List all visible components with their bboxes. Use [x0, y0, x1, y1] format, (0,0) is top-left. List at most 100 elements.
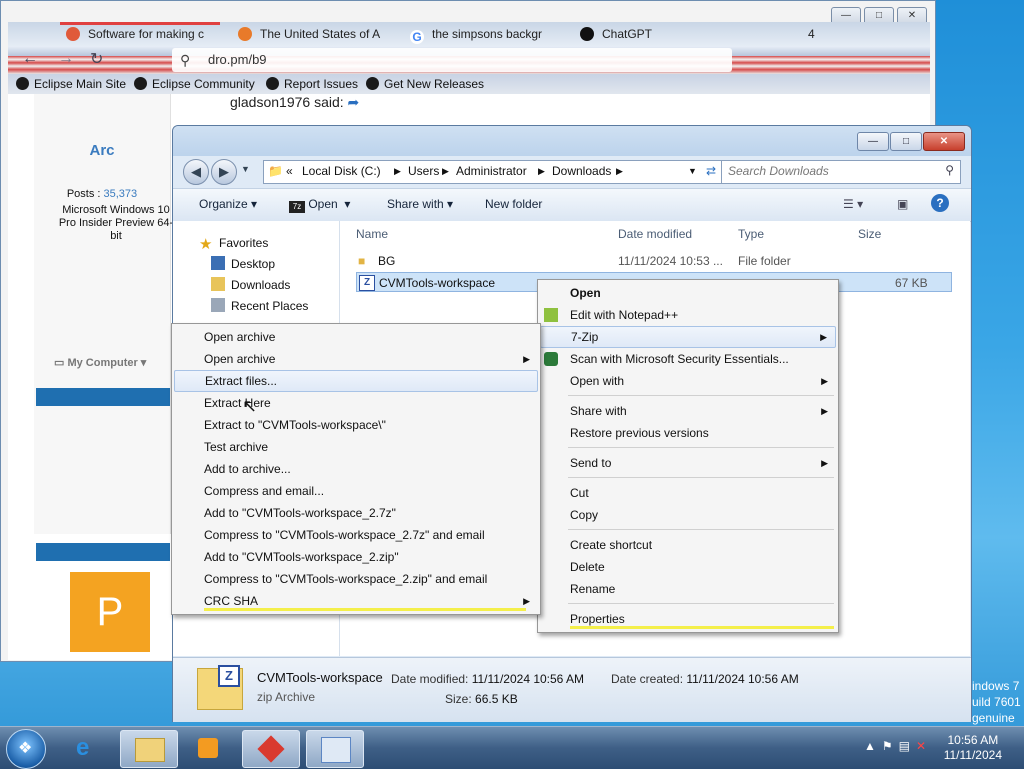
refresh-icon[interactable]: ⇄ — [706, 164, 716, 178]
explorer-window-controls: — □ ✕ — [856, 132, 965, 151]
zip-open-archive[interactable]: Open archive — [174, 326, 538, 348]
nav-favorites[interactable]: ★ Favorites — [199, 235, 268, 253]
taskbar-media-player[interactable] — [180, 730, 236, 766]
organize-button[interactable]: Organize ▾ — [199, 197, 257, 211]
nav-recent-places[interactable]: Recent Places — [211, 298, 308, 313]
nav-desktop[interactable]: Desktop — [211, 256, 275, 271]
view-options-icon[interactable]: ☰ ▾ — [843, 197, 863, 211]
bookmark-eclipse-community[interactable]: Eclipse Community — [134, 76, 255, 92]
bookmark-report-issues[interactable]: Report Issues — [266, 76, 358, 92]
column-date-modified[interactable]: Date modified — [618, 227, 692, 241]
menu-rename[interactable]: Rename — [540, 578, 836, 600]
tab-united-states[interactable]: The United States of A — [238, 24, 382, 44]
url-bar[interactable]: ⚲ dro.pm/b9 — [172, 48, 732, 72]
tab-software[interactable]: Software for making c — [66, 24, 206, 44]
submenu-arrow-icon: ▶ — [523, 354, 530, 364]
menu-send-to[interactable]: Send to ▶ — [540, 452, 836, 474]
close-button[interactable]: ✕ — [923, 132, 965, 151]
menu-share-with[interactable]: Share with ▶ — [540, 400, 836, 422]
zip-extract-files[interactable]: Extract files... — [174, 370, 538, 392]
bookmark-eclipse-main[interactable]: Eclipse Main Site — [16, 76, 126, 92]
zip-compress-email[interactable]: Compress and email... — [174, 480, 538, 502]
zip-compress-zip-email[interactable]: Compress to "CVMTools-workspace_2.zip" a… — [174, 568, 538, 590]
recent-pages-chevron-icon[interactable]: ▼ — [241, 164, 250, 174]
menu-separator — [568, 447, 834, 448]
menu-scan-mse[interactable]: Scan with Microsoft Security Essentials.… — [540, 348, 836, 370]
menu-separator — [568, 477, 834, 478]
menu-open[interactable]: Open — [540, 282, 836, 304]
taskbar-clock[interactable]: 10:56 AM 11/11/2024 — [944, 733, 1002, 763]
details-pane: Z CVMTools-workspace zip Archive Date mo… — [173, 657, 971, 722]
preview-pane-icon[interactable]: ▣ — [897, 197, 908, 211]
mouse-cursor-icon: ↖ — [242, 396, 258, 416]
address-dropdown-icon[interactable]: ▼ — [688, 166, 697, 176]
menu-copy[interactable]: Copy — [540, 504, 836, 526]
breadcrumb-separator-icon[interactable]: ▶ — [538, 166, 545, 177]
zip-open-archive-sub[interactable]: Open archive ▶ — [174, 348, 538, 370]
tab-count[interactable]: 4 — [808, 24, 828, 44]
breadcrumb-separator-icon[interactable]: ▶ — [616, 166, 623, 177]
menu-cut[interactable]: Cut — [540, 482, 836, 504]
forward-button[interactable]: ▶ — [211, 159, 237, 185]
new-folder-button[interactable]: New folder — [485, 197, 542, 211]
nav-downloads[interactable]: Downloads — [211, 277, 290, 292]
share-with-button[interactable]: Share with ▾ — [387, 197, 453, 211]
open-button[interactable]: 7z Open ▾ — [289, 197, 350, 213]
zip-test-archive[interactable]: Test archive — [174, 436, 538, 458]
taskbar-control-panel[interactable] — [306, 730, 364, 768]
taskbar-ie[interactable]: e — [62, 730, 118, 766]
forward-arrow-icon[interactable]: → — [58, 50, 74, 68]
minimize-button[interactable]: — — [857, 132, 889, 151]
back-arrow-icon[interactable]: ← — [22, 50, 38, 68]
breadcrumb-administrator[interactable]: Administrator — [456, 164, 527, 178]
zip-extract-to-folder[interactable]: Extract to "CVMTools-workspace\" — [174, 414, 538, 436]
breadcrumb-users[interactable]: Users — [408, 164, 439, 178]
menu-create-shortcut[interactable]: Create shortcut — [540, 534, 836, 556]
menu-open-with[interactable]: Open with ▶ — [540, 370, 836, 392]
column-size[interactable]: Size — [858, 227, 881, 241]
tab-simpsons[interactable]: Gthe simpsons backgr — [410, 24, 552, 44]
taskbar-app-red[interactable] — [242, 730, 300, 768]
flag-icon[interactable]: ⚑ — [882, 739, 899, 753]
system-tray: ▲⚑▤✕ — [864, 739, 932, 753]
details-filename: CVMTools-workspace — [257, 670, 383, 685]
zip-archive-icon: Z — [359, 275, 375, 291]
reload-icon[interactable]: ↻ — [90, 49, 103, 69]
menu-delete[interactable]: Delete — [540, 556, 836, 578]
address-bar[interactable]: 📁 « Local Disk (C:) ▶ Users ▶ Administra… — [263, 160, 725, 184]
my-computer-toggle[interactable]: ▭ My Computer ▾ — [54, 356, 170, 369]
file-row-bg[interactable]: ■ BG 11/11/2024 10:53 ... File folder — [356, 251, 952, 271]
forum-os: Microsoft Windows 10 Pro Insider Preview… — [58, 204, 174, 242]
tray-chevron-icon[interactable]: ▲ — [864, 739, 882, 753]
context-menu: Open Edit with Notepad++ 7-Zip ▶ Scan wit… — [537, 279, 839, 633]
network-icon[interactable]: ▤ — [899, 739, 916, 753]
search-input[interactable]: Search Downloads ⚲ — [721, 160, 961, 184]
zip-add-7z[interactable]: Add to "CVMTools-workspace_2.7z" — [174, 502, 538, 524]
details-filetype: zip Archive — [257, 690, 316, 704]
tab-chatgpt[interactable]: ChatGPT — [580, 24, 700, 44]
zip-add-to-archive[interactable]: Add to archive... — [174, 458, 538, 480]
volume-muted-icon[interactable]: ✕ — [916, 739, 932, 753]
help-icon[interactable]: ? — [931, 194, 949, 212]
breadcrumb-local-disk[interactable]: Local Disk (C:) — [302, 164, 381, 178]
menu-edit-notepadpp[interactable]: Edit with Notepad++ — [540, 304, 836, 326]
breadcrumb-overflow[interactable]: « — [286, 164, 293, 178]
quote-link-icon[interactable]: ➦ — [348, 94, 360, 110]
zip-extract-here[interactable]: Extract Here — [174, 392, 538, 414]
zip-add-zip[interactable]: Add to "CVMTools-workspace_2.zip" — [174, 546, 538, 568]
breadcrumb-separator-icon[interactable]: ▶ — [394, 166, 401, 177]
downloads-icon — [211, 277, 225, 291]
breadcrumb-downloads[interactable]: Downloads — [552, 164, 611, 178]
bookmark-get-releases[interactable]: Get New Releases — [366, 76, 484, 92]
maximize-button[interactable]: □ — [890, 132, 922, 151]
forum-username[interactable]: Arc — [34, 142, 170, 159]
menu-restore-previous[interactable]: Restore previous versions — [540, 422, 836, 444]
start-button[interactable]: ❖ — [6, 729, 46, 769]
menu-7zip[interactable]: 7-Zip ▶ — [540, 326, 836, 348]
column-type[interactable]: Type — [738, 227, 764, 241]
column-name[interactable]: Name — [356, 227, 388, 241]
taskbar-explorer[interactable] — [120, 730, 178, 768]
back-button[interactable]: ◀ — [183, 159, 209, 185]
breadcrumb-separator-icon[interactable]: ▶ — [442, 166, 449, 177]
zip-compress-7z-email[interactable]: Compress to "CVMTools-workspace_2.7z" an… — [174, 524, 538, 546]
